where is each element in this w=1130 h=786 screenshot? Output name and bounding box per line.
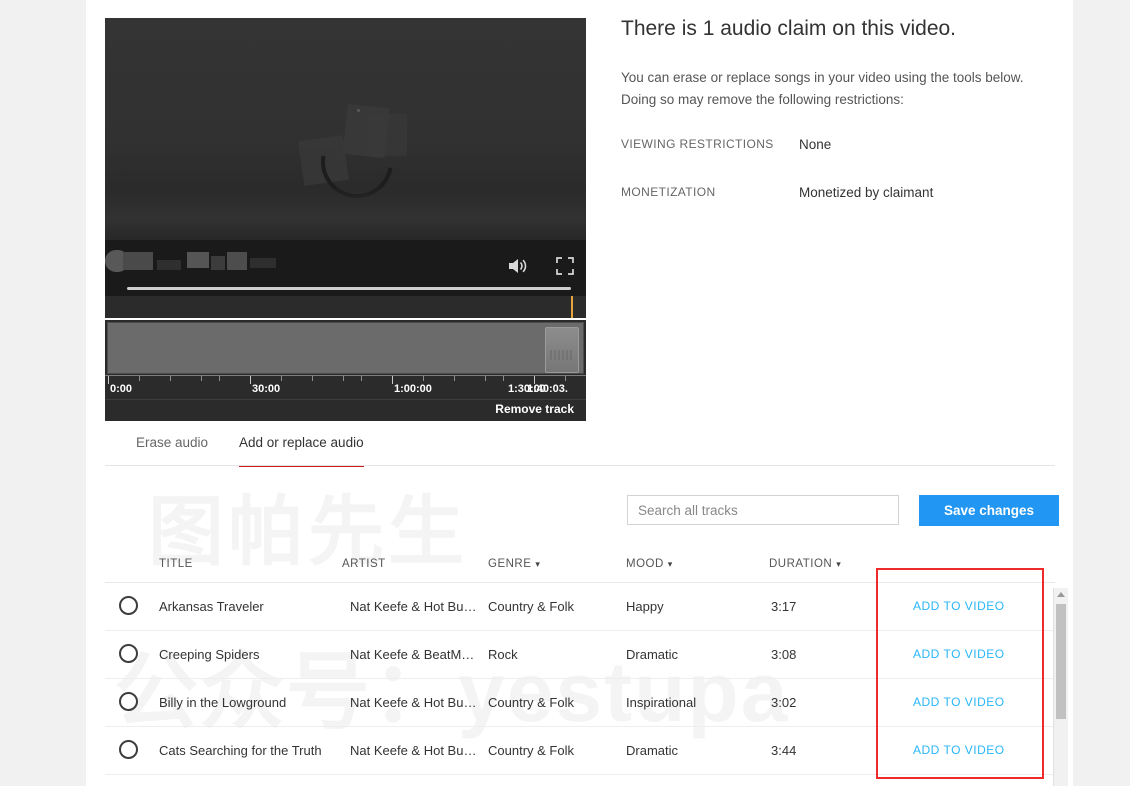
column-header-genre[interactable]: GENRE ▾ [488, 558, 540, 570]
track-select-radio[interactable] [119, 644, 138, 663]
add-to-video-button[interactable]: ADD TO VIDEO [913, 695, 1005, 709]
column-header-mood-label: MOOD [626, 558, 664, 570]
field-label: VIEWING RESTRICTIONS [621, 137, 774, 151]
field-value: Monetized by claimant [799, 185, 934, 200]
cell-artist: Nat Keefe & Hot Bu… [350, 695, 477, 710]
video-player[interactable] [105, 18, 586, 318]
cell-mood: Dramatic [626, 743, 679, 758]
volume-icon[interactable] [507, 256, 529, 276]
audio-timeline[interactable]: 0:00 30:00 1:00:00 1:30:00 1:40:03. Remo… [105, 320, 586, 421]
field-value: None [799, 137, 832, 152]
column-header-artist: ARTIST [342, 558, 386, 570]
scroll-up-arrow-icon[interactable] [1057, 592, 1065, 597]
seek-bar[interactable] [127, 287, 571, 290]
tab-divider [105, 465, 1055, 466]
ruler-label-1: 30:00 [252, 383, 281, 395]
table-row[interactable]: Cats Searching for the Truth Nat Keefe &… [105, 727, 1055, 775]
page-title: There is 1 audio claim on this video. [621, 17, 957, 40]
tab-erase-audio[interactable]: Erase audio [136, 432, 208, 465]
remove-track-button[interactable]: Remove track [495, 402, 574, 416]
cell-duration: 3:02 [771, 695, 797, 710]
cell-duration: 3:44 [771, 743, 797, 758]
chevron-down-icon: ▾ [836, 559, 842, 569]
table-row[interactable]: Arkansas Traveler Nat Keefe & Hot Bu… Co… [105, 583, 1055, 631]
timeline-footer: Remove track [105, 399, 586, 421]
field-label: MONETIZATION [621, 185, 716, 199]
table-header-row: TITLE ARTIST GENRE ▾ MOOD ▾ DURATION ▾ [105, 556, 1055, 583]
cell-mood: Inspirational [626, 695, 697, 710]
cell-genre: Rock [488, 647, 518, 662]
cell-title: Creeping Spiders [159, 647, 260, 662]
search-input[interactable] [627, 495, 899, 525]
column-header-mood[interactable]: MOOD ▾ [626, 558, 673, 570]
cell-title: Arkansas Traveler [159, 599, 264, 614]
ruler-label-0: 0:00 [110, 383, 133, 395]
cell-title: Billy in the Lowground [159, 695, 287, 710]
cell-genre: Country & Folk [488, 695, 574, 710]
timeline-clip[interactable] [545, 327, 579, 373]
video-artifact [357, 109, 360, 112]
track-list-scrollbar[interactable] [1053, 588, 1068, 786]
timeline-track[interactable] [107, 322, 584, 374]
track-select-radio[interactable] [119, 596, 138, 615]
table-row[interactable]: Billy in the Lowground Nat Keefe & Hot B… [105, 679, 1055, 727]
add-to-video-button[interactable]: ADD TO VIDEO [913, 647, 1005, 661]
chevron-down-icon: ▾ [667, 559, 673, 569]
track-select-radio[interactable] [119, 692, 138, 711]
column-header-duration-label: DURATION [769, 558, 833, 570]
playhead-marker[interactable] [571, 296, 573, 318]
video-gradient [105, 186, 586, 240]
column-header-title: TITLE [159, 558, 193, 570]
cell-artist: Nat Keefe & Hot Bu… [350, 599, 477, 614]
fullscreen-icon[interactable] [556, 257, 574, 275]
cell-artist: Nat Keefe & Hot Bu… [350, 743, 477, 758]
blurred-control [123, 252, 153, 270]
blurred-control [227, 252, 247, 270]
player-controls-bar[interactable] [105, 240, 586, 296]
add-to-video-button[interactable]: ADD TO VIDEO [913, 743, 1005, 757]
ruler-label-2: 1:00:00 [394, 383, 432, 395]
tracks-table: TITLE ARTIST GENRE ▾ MOOD ▾ DURATION ▾ Arka… [105, 556, 1055, 775]
table-row[interactable]: Creeping Spiders Nat Keefe & BeatM… Rock… [105, 631, 1055, 679]
cell-duration: 3:17 [771, 599, 797, 614]
tab-add-or-replace-audio[interactable]: Add or replace audio [239, 432, 364, 467]
claim-description: You can erase or replace songs in your v… [621, 70, 1024, 107]
cell-genre: Country & Folk [488, 743, 574, 758]
ruler-label-4: 1:40:03. [527, 383, 568, 395]
cell-genre: Country & Folk [488, 599, 574, 614]
claim-info-panel: There is 1 audio claim on this video. Yo… [621, 14, 1061, 207]
field-viewing-restrictions: VIEWING RESTRICTIONS None [621, 137, 1061, 159]
blurred-control [187, 252, 209, 268]
cell-mood: Dramatic [626, 647, 679, 662]
scrollbar-thumb[interactable] [1056, 604, 1066, 719]
chevron-down-icon: ▾ [535, 559, 541, 569]
cell-title: Cats Searching for the Truth [159, 743, 322, 758]
cell-duration: 3:08 [771, 647, 797, 662]
blurred-control [211, 256, 225, 270]
audio-tabs: Erase audio Add or replace audio [105, 432, 1055, 467]
blurred-control [157, 260, 181, 270]
track-select-radio[interactable] [119, 740, 138, 759]
playhead-row [105, 296, 586, 318]
save-changes-button[interactable]: Save changes [919, 495, 1059, 526]
add-to-video-button[interactable]: ADD TO VIDEO [913, 599, 1005, 613]
field-monetization: MONETIZATION Monetized by claimant [621, 185, 1061, 207]
blurred-control [250, 258, 276, 268]
column-header-duration[interactable]: DURATION ▾ [769, 558, 841, 570]
page-card: 图帕先生 公众号：yestupa [86, 0, 1073, 786]
timeline-ruler: 0:00 30:00 1:00:00 1:30:00 1:40:03. [105, 375, 586, 400]
cell-artist: Nat Keefe & BeatM… [350, 647, 475, 662]
cell-mood: Happy [626, 599, 664, 614]
column-header-genre-label: GENRE [488, 558, 532, 570]
video-frame[interactable] [105, 18, 586, 240]
